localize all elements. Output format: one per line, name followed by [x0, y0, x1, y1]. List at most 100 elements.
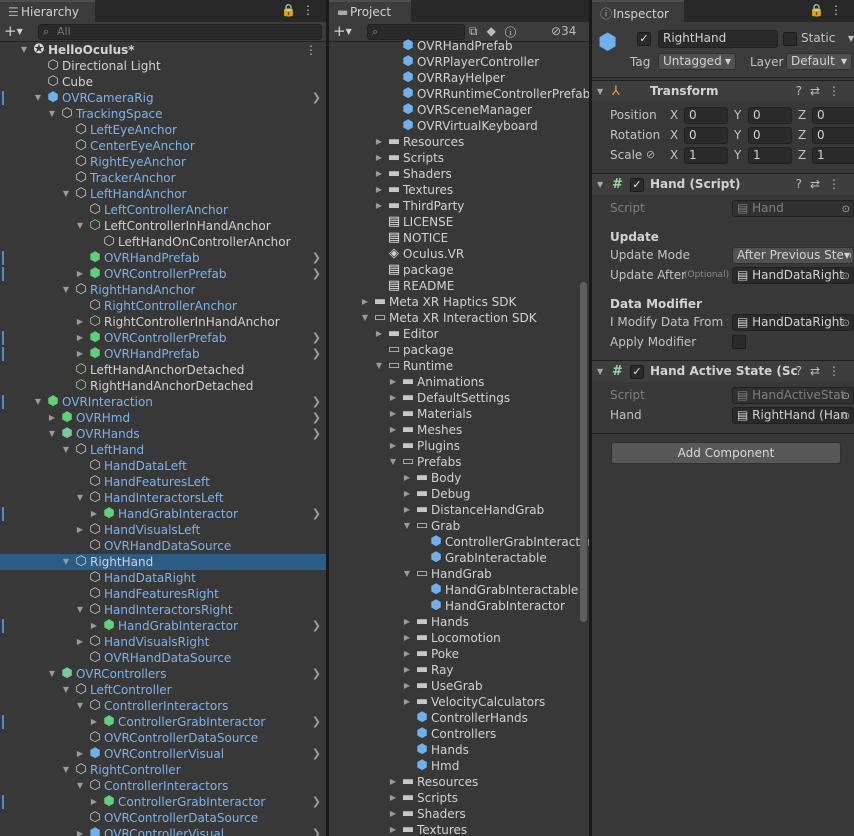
- open-prefab-arrow-icon[interactable]: ❯: [312, 714, 321, 730]
- hierarchy-row[interactable]: ⬡ OVRControllerDataSource: [0, 810, 326, 826]
- project-row[interactable]: ▤ package: [329, 262, 589, 278]
- hierarchy-row[interactable]: ▼ ⬡ RightHand: [0, 554, 326, 570]
- help-icon[interactable]: ?: [796, 177, 810, 191]
- apply-modifier-checkbox[interactable]: [732, 335, 746, 349]
- hierarchy-row[interactable]: ▶ ⬡ HandVisualsRight: [0, 634, 326, 650]
- hierarchy-row[interactable]: ▼ ⬡ RightController: [0, 762, 326, 778]
- project-row[interactable]: ▶ ▬ Resources: [329, 774, 589, 790]
- expand-arrow-down-icon[interactable]: ▼: [61, 682, 71, 698]
- more-menu-icon[interactable]: ⋮: [828, 364, 848, 378]
- hierarchy-row[interactable]: ▼ ⬡ RightHandAnchor: [0, 282, 326, 298]
- project-row[interactable]: ▭ package: [329, 342, 589, 358]
- expand-arrow-down-icon[interactable]: ▼: [360, 310, 370, 326]
- expand-arrow-right-icon[interactable]: ▶: [75, 314, 85, 330]
- add-component-button[interactable]: Add Component: [611, 442, 841, 464]
- open-prefab-arrow-icon[interactable]: ❯: [312, 90, 321, 106]
- expand-arrow-right-icon[interactable]: ▶: [75, 522, 85, 538]
- expand-arrow-down-icon[interactable]: ▼: [47, 426, 57, 442]
- search-by-type-icon[interactable]: ⧉: [469, 24, 487, 38]
- rotation-x-field[interactable]: 0: [684, 127, 728, 144]
- expand-arrow-right-icon[interactable]: ▶: [388, 390, 398, 406]
- settings-sliders-icon[interactable]: ⇄: [810, 177, 828, 191]
- expand-arrow-down-icon[interactable]: ▼: [33, 394, 43, 410]
- project-scrollbar[interactable]: [580, 282, 587, 622]
- expand-arrow-down-icon[interactable]: ▼: [61, 282, 71, 298]
- hierarchy-row[interactable]: ▶ ⬢ OVRControllerVisual ❯: [0, 826, 326, 836]
- hierarchy-row[interactable]: ⬡ HandFeaturesLeft: [0, 474, 326, 490]
- hierarchy-row[interactable]: ▼ ⬡ TrackingSpace: [0, 106, 326, 122]
- project-row[interactable]: ▶ ▬ ThirdParty: [329, 198, 589, 214]
- project-row[interactable]: ▶ ▬ Ray: [329, 662, 589, 678]
- expand-arrow-right-icon[interactable]: ▶: [75, 634, 85, 650]
- constrain-proportions-icon[interactable]: ⊘: [646, 145, 655, 165]
- expand-arrow-right-icon[interactable]: ▶: [75, 330, 85, 346]
- hierarchy-row[interactable]: ⬡ LeftEyeAnchor: [0, 122, 326, 138]
- expand-arrow-right-icon[interactable]: ▶: [89, 506, 99, 522]
- project-row[interactable]: ⬢ ControllerGrabInteractor: [329, 534, 589, 550]
- expand-arrow-right-icon[interactable]: ▶: [75, 826, 85, 836]
- expand-arrow-right-icon[interactable]: ▶: [402, 630, 412, 646]
- expand-arrow-right-icon[interactable]: ▶: [402, 486, 412, 502]
- hierarchy-row[interactable]: ▼ ⬢ OVRControllers ❯: [0, 666, 326, 682]
- hierarchy-row[interactable]: ▶ ⬡ RightControllerInHandAnchor: [0, 314, 326, 330]
- expand-arrow-right-icon[interactable]: ▶: [89, 618, 99, 634]
- expand-arrow-down-icon[interactable]: ▼: [47, 106, 57, 122]
- project-row[interactable]: ▶ ▬ Shaders: [329, 166, 589, 182]
- object-picker-icon[interactable]: ⊙: [842, 409, 850, 423]
- hierarchy-row[interactable]: ⬡ HandDataRight: [0, 570, 326, 586]
- open-prefab-arrow-icon[interactable]: ❯: [312, 330, 321, 346]
- project-row[interactable]: ▶ ▬ Textures: [329, 822, 589, 836]
- help-icon[interactable]: ?: [796, 364, 810, 378]
- hierarchy-row[interactable]: ⬡ CenterEyeAnchor: [0, 138, 326, 154]
- project-row[interactable]: ▶ ▬ Meshes: [329, 422, 589, 438]
- project-row[interactable]: ▤ NOTICE: [329, 230, 589, 246]
- expand-arrow-down-icon[interactable]: ▼: [388, 454, 398, 470]
- expand-arrow-right-icon[interactable]: ▶: [402, 678, 412, 694]
- project-row[interactable]: ▶ ▬ Scripts: [329, 150, 589, 166]
- open-prefab-arrow-icon[interactable]: ❯: [312, 618, 321, 634]
- lock-icon[interactable]: 🔒: [809, 3, 830, 17]
- scale-z-field[interactable]: 1: [812, 147, 854, 164]
- project-row[interactable]: ▼ ▭ Prefabs: [329, 454, 589, 470]
- scale-y-field[interactable]: 1: [748, 147, 792, 164]
- more-menu-icon[interactable]: ⋮: [830, 3, 848, 17]
- search-by-label-icon[interactable]: ◆: [487, 24, 505, 38]
- expand-arrow-down-icon[interactable]: ▼: [402, 566, 412, 582]
- hierarchy-row[interactable]: ⬡ Directional Light: [0, 58, 326, 74]
- expand-arrow-down-icon[interactable]: ▼: [75, 778, 85, 794]
- expand-arrow-right-icon[interactable]: ▶: [360, 294, 370, 310]
- hierarchy-row[interactable]: ▼ ✪ HelloOculus* ⋮: [0, 42, 326, 58]
- project-row[interactable]: ▶ ▬ Textures: [329, 182, 589, 198]
- hierarchy-row[interactable]: ⬡ RightControllerAnchor: [0, 298, 326, 314]
- project-row[interactable]: ⬢ OVRRayHelper: [329, 70, 589, 86]
- hierarchy-row[interactable]: ⬡ RightEyeAnchor: [0, 154, 326, 170]
- more-menu-icon[interactable]: ⋮: [828, 177, 848, 191]
- project-row[interactable]: ▶ ▬ Plugins: [329, 438, 589, 454]
- active-checkbox[interactable]: ✓: [637, 32, 651, 46]
- project-row[interactable]: ▤ LICENSE: [329, 214, 589, 230]
- settings-sliders-icon[interactable]: ⇄: [810, 364, 828, 378]
- position-z-field[interactable]: 0: [812, 107, 854, 124]
- project-row[interactable]: ▶ ▬ Poke: [329, 646, 589, 662]
- hierarchy-row[interactable]: ⬡ TrackerAnchor: [0, 170, 326, 186]
- hierarchy-row[interactable]: ⬡ LeftControllerAnchor: [0, 202, 326, 218]
- expand-arrow-right-icon[interactable]: ▶: [75, 266, 85, 282]
- hierarchy-row[interactable]: ▼ ⬡ ControllerInteractors: [0, 698, 326, 714]
- expand-arrow-right-icon[interactable]: ▶: [75, 746, 85, 762]
- hierarchy-row[interactable]: ▶ ⬡ HandVisualsLeft: [0, 522, 326, 538]
- expand-arrow-right-icon[interactable]: ▶: [89, 714, 99, 730]
- project-row[interactable]: ▼ ▭ Grab: [329, 518, 589, 534]
- expand-arrow-right-icon[interactable]: ▶: [374, 134, 384, 150]
- project-row[interactable]: ▶ ▬ Debug: [329, 486, 589, 502]
- project-row[interactable]: ▶ ▬ Materials: [329, 406, 589, 422]
- static-dropdown-icon[interactable]: ▾: [848, 31, 854, 45]
- open-prefab-arrow-icon[interactable]: ❯: [312, 426, 321, 442]
- open-prefab-arrow-icon[interactable]: ❯: [312, 826, 321, 836]
- project-row[interactable]: ▶ ▬ UseGrab: [329, 678, 589, 694]
- expand-arrow-right-icon[interactable]: ▶: [402, 502, 412, 518]
- expand-arrow-right-icon[interactable]: ▶: [47, 410, 57, 426]
- hierarchy-row[interactable]: ⬡ Cube: [0, 74, 326, 90]
- expand-arrow-down-icon[interactable]: ▼: [61, 442, 71, 458]
- tab-project[interactable]: ▬ Project: [329, 0, 411, 22]
- tab-hierarchy[interactable]: ☰ Hierarchy: [0, 0, 95, 22]
